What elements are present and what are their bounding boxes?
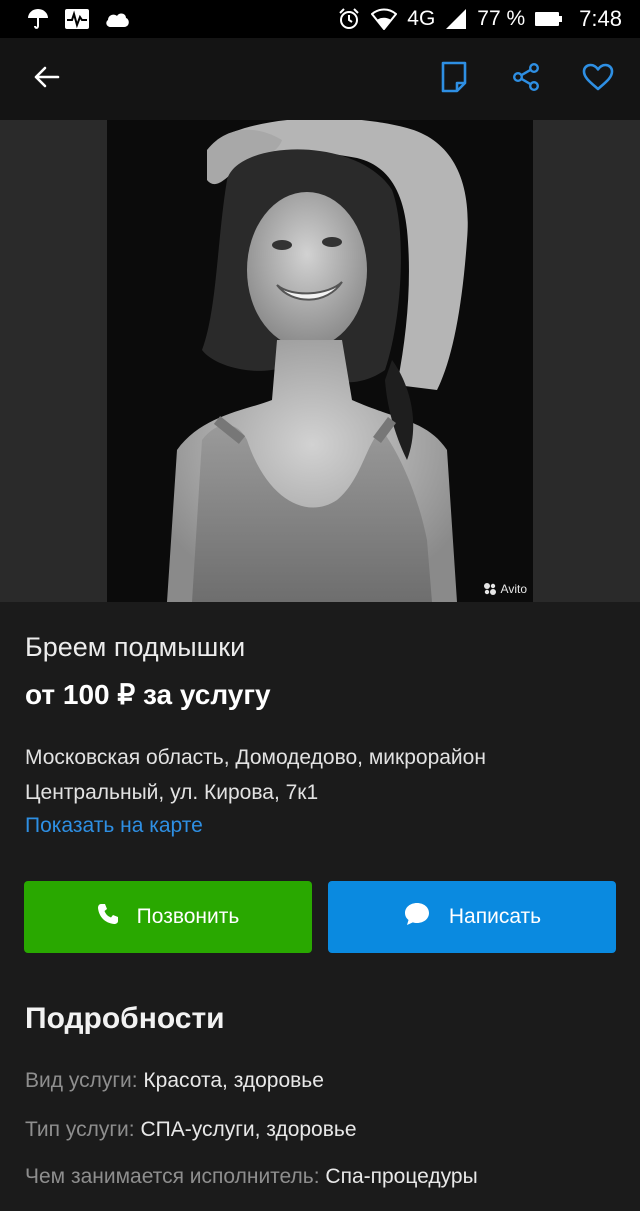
detail-value: СПА-услуги, здоровье [140,1118,357,1141]
note-button[interactable] [436,61,472,97]
app-toolbar [0,38,640,120]
network-type: 4G [407,7,436,30]
watermark: Avito [483,582,527,596]
favorite-button[interactable] [580,61,616,97]
umbrella-icon [26,7,50,31]
details-heading: Подробности [25,1002,225,1035]
avito-logo-icon [483,582,497,596]
phone-icon [97,903,119,931]
listing-content: Бреем подмышки от 100 ₽ за услугу Москов… [0,602,640,1211]
watermark-text: Avito [500,582,527,596]
detail-row-performer-activity: Чем занимается исполнитель: Спа-процедур… [25,1165,478,1189]
note-icon [440,61,468,97]
call-button[interactable]: Позвонить [24,881,312,953]
photo-gallery[interactable]: Avito [0,120,640,602]
status-bar-left [26,7,130,31]
status-bar-right: 4G 77 % 7:48 [337,6,622,32]
detail-value: Спа-процедуры [325,1165,478,1188]
message-button-label: Написать [448,905,542,928]
wifi-icon [371,8,398,30]
listing-title: Бреем подмышки [25,632,246,662]
heart-icon [582,63,614,95]
detail-row-service-kind: Вид услуги: Красота, здоровье [25,1069,324,1093]
detail-key: Чем занимается исполнитель: [25,1165,320,1188]
battery-icon [535,11,563,27]
listing-address: Московская область, Домодедово, микрорай… [25,746,486,804]
message-button[interactable]: Написать [328,881,616,953]
chat-bubble-icon [403,901,431,933]
share-icon [511,62,541,96]
status-bar: 4G 77 % 7:48 [0,0,640,38]
clock: 7:48 [579,6,622,31]
back-button[interactable] [28,61,64,97]
listing-photo[interactable]: Avito [107,120,533,602]
detail-row-service-type: Тип услуги: СПА-услуги, здоровье [25,1118,357,1142]
cloud-icon [104,10,130,28]
alarm-icon [337,7,361,31]
detail-key: Вид услуги: [25,1069,138,1092]
show-on-map-link[interactable]: Показать на карте [25,814,203,838]
signal-icon [445,8,467,30]
call-button-label: Позвонить [136,905,240,928]
share-button[interactable] [508,61,544,97]
battery-percent: 77 % [477,7,526,30]
listing-price: от 100 ₽ за услугу [25,679,271,710]
back-arrow-icon [32,63,60,95]
toolbar-actions [436,61,616,97]
detail-value: Красота, здоровье [143,1069,324,1092]
pulse-icon [64,8,90,30]
detail-key: Тип услуги: [25,1118,135,1141]
